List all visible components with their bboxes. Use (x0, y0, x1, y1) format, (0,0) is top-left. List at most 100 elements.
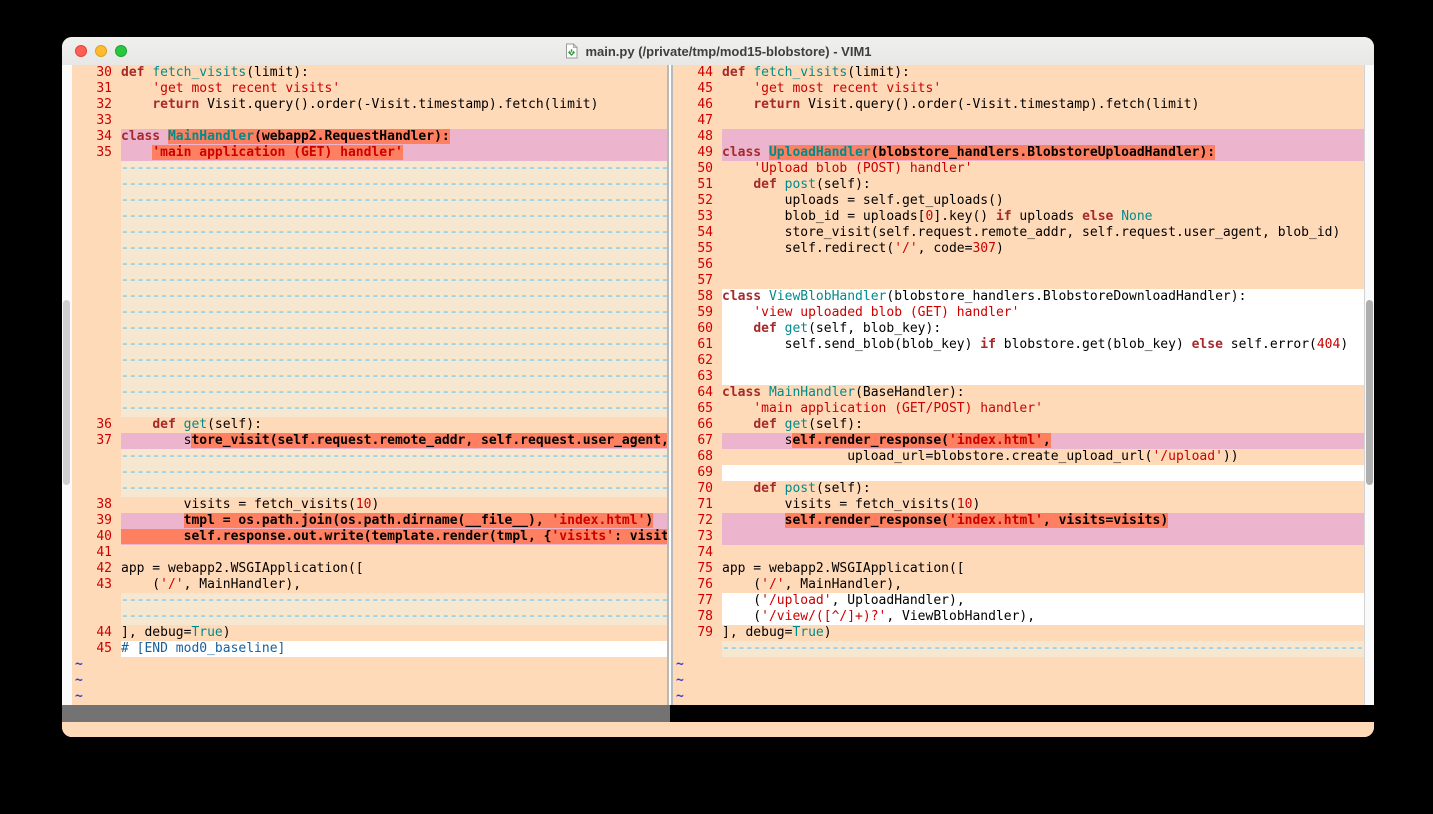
empty-buffer-line[interactable]: ~ (673, 657, 1364, 673)
code-line[interactable]: 54 store_visit(self.request.remote_addr,… (673, 225, 1364, 241)
code-line-changed[interactable]: 72 self.render_response('index.html', vi… (673, 513, 1364, 529)
code-line[interactable]: 44def fetch_visits(limit): (673, 65, 1364, 81)
line-text: self.response.out.write(template.render(… (121, 529, 667, 545)
diff-filler-line[interactable]: ----------------------------------------… (673, 641, 1364, 657)
line-text: ----------------------------------------… (121, 193, 667, 209)
code-line-added[interactable]: 62 (673, 353, 1364, 369)
diff-filler-line[interactable]: ----------------------------------------… (72, 481, 667, 497)
diff-filler-line[interactable]: ----------------------------------------… (72, 609, 667, 625)
left-buffer[interactable]: 30def fetch_visits(limit):31 'get most r… (72, 65, 667, 705)
right-buffer[interactable]: 44def fetch_visits(limit):45 'get most r… (673, 65, 1364, 705)
code-line[interactable]: 68 upload_url=blobstore.create_upload_ur… (673, 449, 1364, 465)
code-line-added[interactable]: 45# [END mod0_baseline] (72, 641, 667, 657)
diff-filler-line[interactable]: ----------------------------------------… (72, 305, 667, 321)
minimize-button[interactable] (95, 45, 107, 57)
code-line-added[interactable]: 78 ('/view/([^/]+)?', ViewBlobHandler), (673, 609, 1364, 625)
code-line[interactable]: 55 self.redirect('/', code=307) (673, 241, 1364, 257)
diff-filler-line[interactable]: ----------------------------------------… (72, 385, 667, 401)
code-line[interactable]: 42app = webapp2.WSGIApplication([ (72, 561, 667, 577)
diff-filler-line[interactable]: ----------------------------------------… (72, 225, 667, 241)
diff-filler-line[interactable]: ----------------------------------------… (72, 369, 667, 385)
close-button[interactable] (75, 45, 87, 57)
code-line[interactable]: 70 def post(self): (673, 481, 1364, 497)
code-line-changed[interactable]: 67 self.render_response('index.html', (673, 433, 1364, 449)
diff-filler-line[interactable]: ----------------------------------------… (72, 449, 667, 465)
diff-filler-line[interactable]: ----------------------------------------… (72, 241, 667, 257)
code-line[interactable]: 52 uploads = self.get_uploads() (673, 193, 1364, 209)
code-line-added[interactable]: 60 def get(self, blob_key): (673, 321, 1364, 337)
code-line[interactable]: 79], debug=True) (673, 625, 1364, 641)
code-line[interactable]: 47 (673, 113, 1364, 129)
diff-filler-line[interactable]: ----------------------------------------… (72, 337, 667, 353)
zoom-button[interactable] (115, 45, 127, 57)
code-line-added[interactable]: 58class ViewBlobHandler(blobstore_handle… (673, 289, 1364, 305)
code-line-changed[interactable]: 35 'main application (GET) handler' (72, 145, 667, 161)
diff-filler-line[interactable]: ----------------------------------------… (72, 193, 667, 209)
titlebar[interactable]: V main.py (/private/tmp/mod15-blobstore)… (62, 37, 1374, 66)
code-line[interactable]: 56 (673, 257, 1364, 273)
diff-filler-line[interactable]: ----------------------------------------… (72, 289, 667, 305)
diff-filler-line[interactable]: ----------------------------------------… (72, 273, 667, 289)
code-line[interactable]: 53 blob_id = uploads[0].key() if uploads… (673, 209, 1364, 225)
code-line[interactable]: 41 (72, 545, 667, 561)
code-line[interactable]: 30def fetch_visits(limit): (72, 65, 667, 81)
code-line-changed[interactable]: 39 tmpl = os.path.join(os.path.dirname(_… (72, 513, 667, 529)
right-scrollbar[interactable] (1364, 65, 1374, 705)
command-line[interactable] (62, 722, 1374, 737)
code-line-changed[interactable]: 34class MainHandler(webapp2.RequestHandl… (72, 129, 667, 145)
code-line[interactable]: 33 (72, 113, 667, 129)
diff-filler-line[interactable]: ----------------------------------------… (72, 353, 667, 369)
code-line-changed[interactable]: 48 (673, 129, 1364, 145)
empty-buffer-line[interactable]: ~ (72, 657, 667, 673)
code-line[interactable]: 74 (673, 545, 1364, 561)
code-line[interactable]: 38 visits = fetch_visits(10) (72, 497, 667, 513)
empty-buffer-line[interactable]: ~ (72, 689, 667, 705)
code-line[interactable]: 44], debug=True) (72, 625, 667, 641)
code-line[interactable]: 76 ('/', MainHandler), (673, 577, 1364, 593)
code-line[interactable]: 43 ('/', MainHandler), (72, 577, 667, 593)
empty-buffer-line[interactable]: ~ (673, 689, 1364, 705)
diff-filler-line[interactable]: ----------------------------------------… (72, 161, 667, 177)
code-line[interactable]: 31 'get most recent visits' (72, 81, 667, 97)
code-line[interactable]: 46 return Visit.query().order(-Visit.tim… (673, 97, 1364, 113)
code-line[interactable]: 64class MainHandler(BaseHandler): (673, 385, 1364, 401)
line-text: def fetch_visits(limit): (121, 65, 667, 81)
statusline-left[interactable]: mod0-baseline/main.py (62, 705, 670, 722)
code-line[interactable]: 45 'get most recent visits' (673, 81, 1364, 97)
code-line[interactable]: 65 'main application (GET/POST) handler' (673, 401, 1364, 417)
empty-buffer-line[interactable]: ~ (673, 673, 1364, 689)
code-line[interactable]: 57 (673, 273, 1364, 289)
line-number: 68 (673, 449, 722, 465)
code-line[interactable]: 75app = webapp2.WSGIApplication([ (673, 561, 1364, 577)
right-scrollbar-thumb[interactable] (1366, 300, 1373, 485)
diff-filler-line[interactable]: ----------------------------------------… (72, 321, 667, 337)
code-line[interactable]: 50 'Upload blob (POST) handler' (673, 161, 1364, 177)
code-line-changed[interactable]: 73 (673, 529, 1364, 545)
code-line-added[interactable]: 59 'view uploaded blob (GET) handler' (673, 305, 1364, 321)
code-line[interactable]: 36 def get(self): (72, 417, 667, 433)
code-line-changed[interactable]: 40 self.response.out.write(template.rend… (72, 529, 667, 545)
diff-filler-line[interactable]: ----------------------------------------… (72, 177, 667, 193)
code-line-added[interactable]: 61 self.send_blob(blob_key) if blobstore… (673, 337, 1364, 353)
diff-filler-line[interactable]: ----------------------------------------… (72, 401, 667, 417)
empty-buffer-line[interactable]: ~ (72, 673, 667, 689)
code-line[interactable]: 51 def post(self): (673, 177, 1364, 193)
code-line-changed[interactable]: 49class UploadHandler(blobstore_handlers… (673, 145, 1364, 161)
code-line-added[interactable]: 77 ('/upload', UploadHandler), (673, 593, 1364, 609)
diff-filler-line[interactable]: ----------------------------------------… (72, 593, 667, 609)
statusline-right[interactable]: mod15-blobstore/main.py (670, 705, 1374, 722)
line-text: ], debug=True) (722, 625, 1364, 641)
line-number (72, 465, 121, 481)
code-line-added[interactable]: 69 (673, 465, 1364, 481)
left-scrollbar-thumb[interactable] (63, 300, 70, 485)
code-line[interactable]: 32 return Visit.query().order(-Visit.tim… (72, 97, 667, 113)
line-text: 'main application (GET/POST) handler' (722, 401, 1364, 417)
diff-filler-line[interactable]: ----------------------------------------… (72, 257, 667, 273)
line-number (72, 321, 121, 337)
diff-filler-line[interactable]: ----------------------------------------… (72, 209, 667, 225)
code-line-added[interactable]: 63 (673, 369, 1364, 385)
diff-filler-line[interactable]: ----------------------------------------… (72, 465, 667, 481)
code-line[interactable]: 71 visits = fetch_visits(10) (673, 497, 1364, 513)
code-line[interactable]: 66 def get(self): (673, 417, 1364, 433)
code-line-changed[interactable]: 37 store_visit(self.request.remote_addr,… (72, 433, 667, 449)
